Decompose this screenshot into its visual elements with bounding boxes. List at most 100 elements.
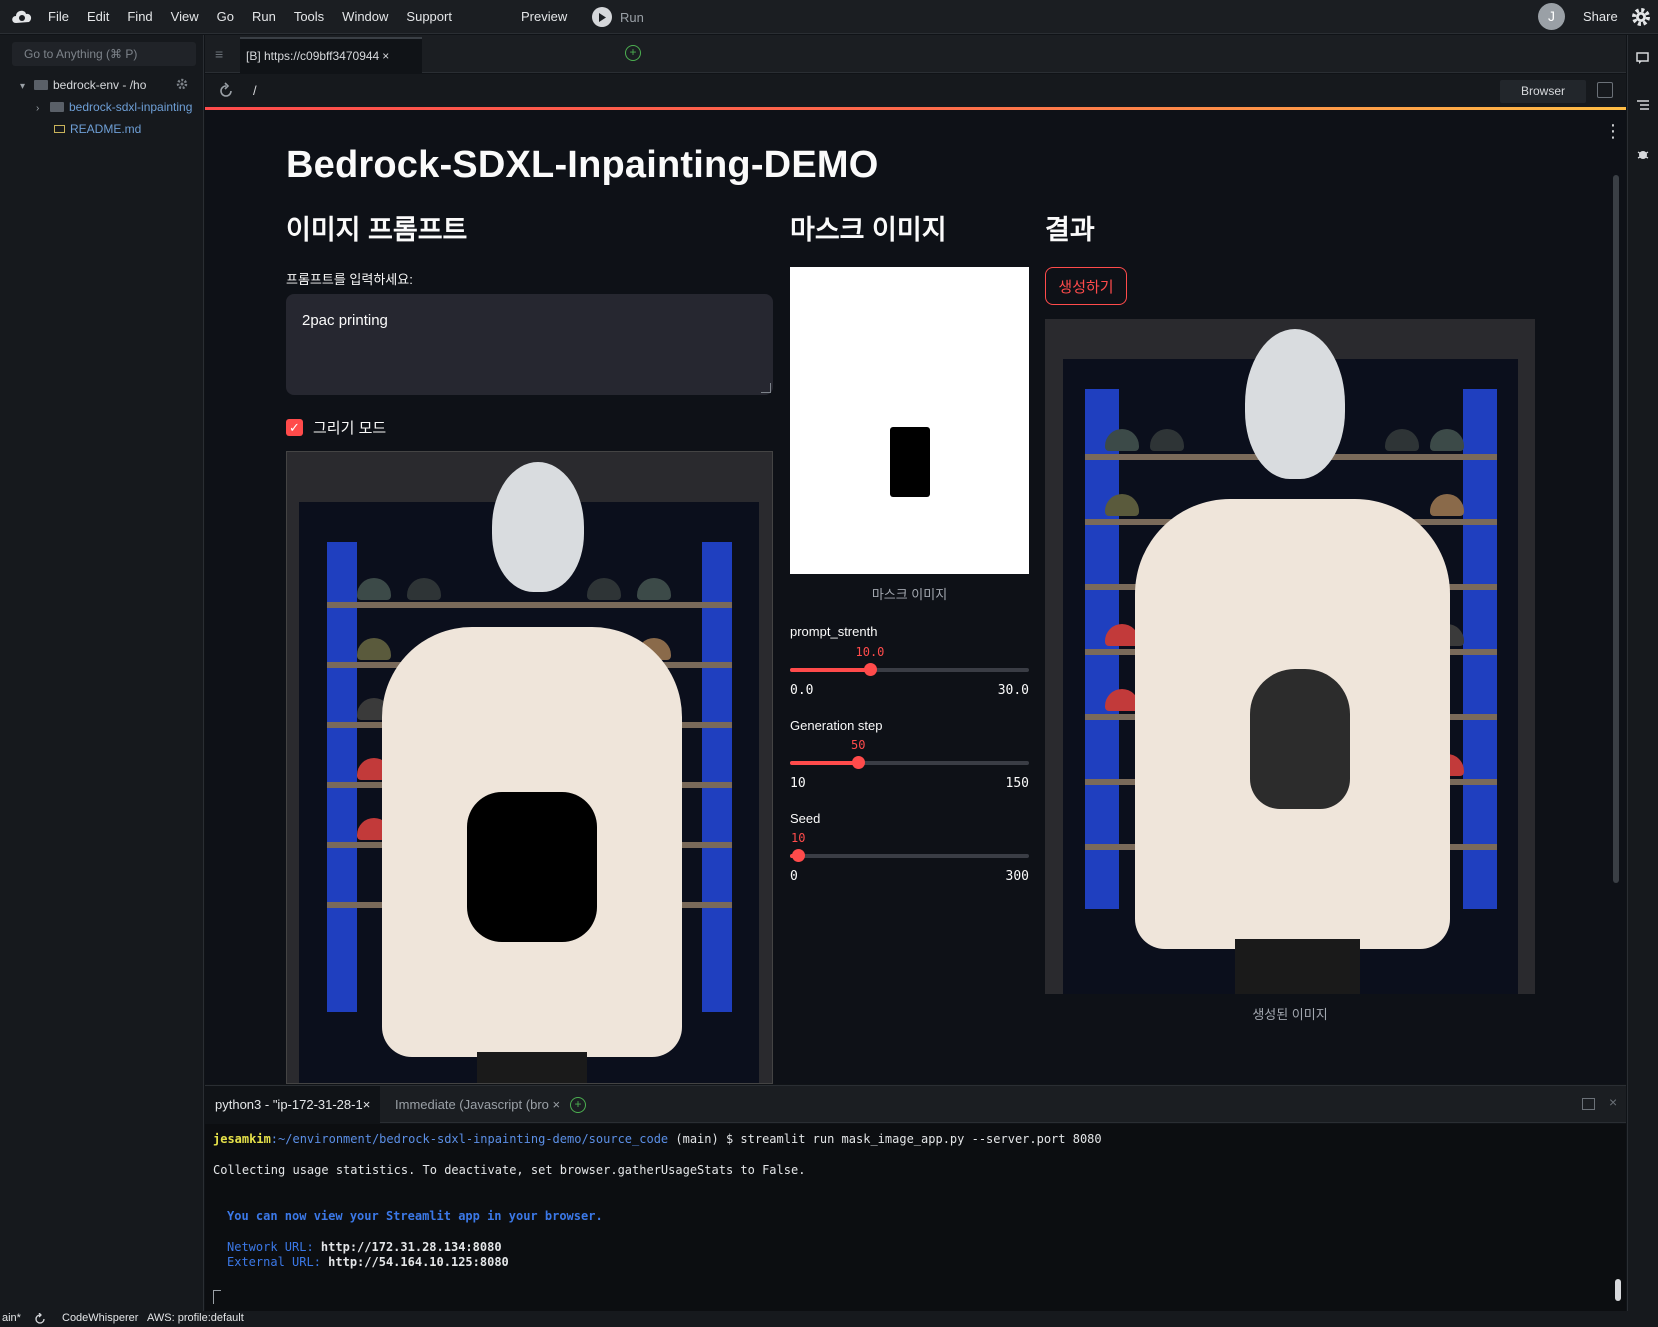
terminal-tab-label: python3 - "ip-172-31-28-1 xyxy=(215,1097,363,1112)
reload-icon[interactable] xyxy=(217,82,235,100)
app-scrollbar[interactable] xyxy=(1613,175,1619,883)
maximize-icon[interactable] xyxy=(1582,1098,1595,1110)
tree-folder-bedrock-sdxl[interactable]: › bedrock-sdxl-inpainting xyxy=(36,97,196,117)
chevron-right-icon: › xyxy=(36,103,40,114)
terminal-line-stats: Collecting usage statistics. To deactiva… xyxy=(213,1163,806,1177)
external-url: http://54.164.10.125:8080 xyxy=(328,1255,509,1269)
menu-view[interactable]: View xyxy=(171,0,199,34)
add-terminal-icon[interactable]: + xyxy=(570,1097,586,1113)
seed-label: Seed xyxy=(790,811,821,826)
codewhisperer-status[interactable]: CodeWhisperer xyxy=(62,1312,138,1324)
slider-thumb[interactable] xyxy=(792,849,805,862)
editor-tab-bar: ≡ [B] https://c09bff3470944 × + xyxy=(205,35,1626,73)
checkmark-icon: ✓ xyxy=(286,419,303,436)
prompt-strength-value: 10.0 xyxy=(855,645,885,659)
preview-button[interactable]: Preview xyxy=(521,0,567,34)
terminal-line-command: jesamkim:~/environment/bedrock-sdxl-inpa… xyxy=(213,1132,1102,1146)
close-icon[interactable]: × xyxy=(549,1097,561,1112)
menu-support[interactable]: Support xyxy=(406,0,452,34)
status-bar: ain* CodeWhisperer AWS: profile:default xyxy=(0,1311,1658,1327)
seed-value: 10 xyxy=(791,831,806,845)
result-image-caption: 생성된 이미지 xyxy=(1252,1007,1328,1022)
slider-max: 300 xyxy=(1005,869,1029,884)
network-url-label: Network URL: xyxy=(227,1240,321,1254)
draw-mode-label: 그리기 모드 xyxy=(313,420,387,437)
aws-profile-status[interactable]: AWS: profile:default xyxy=(147,1312,244,1324)
menu-tools[interactable]: Tools xyxy=(294,0,324,34)
go-to-anything-input[interactable]: Go to Anything (⌘ P) xyxy=(12,42,196,66)
add-tab-icon[interactable]: + xyxy=(625,45,641,61)
menu-find[interactable]: Find xyxy=(127,0,152,34)
page-title: Bedrock-SDXL-Inpainting-DEMO xyxy=(286,144,879,186)
drawing-canvas[interactable] xyxy=(286,451,773,1084)
drawn-mask-stroke xyxy=(467,792,597,942)
slider-thumb[interactable] xyxy=(864,663,877,676)
pop-out-icon[interactable] xyxy=(1597,82,1613,98)
terminal-scrollbar[interactable] xyxy=(1615,1279,1621,1301)
generate-button[interactable]: 생성하기 xyxy=(1045,267,1127,305)
sync-icon[interactable] xyxy=(34,1313,46,1325)
prompt-strength-slider[interactable] xyxy=(790,663,1029,676)
seed-slider[interactable] xyxy=(790,849,1029,862)
tree-folder-label: bedrock-sdxl-inpainting xyxy=(69,100,193,114)
menu-file[interactable]: File xyxy=(48,0,69,34)
user-avatar[interactable]: J xyxy=(1538,3,1565,30)
external-url-label: External URL: xyxy=(227,1255,329,1269)
kebab-menu-icon[interactable]: ⋮ xyxy=(1604,122,1622,140)
outline-icon[interactable] xyxy=(1636,99,1650,113)
menu-edit[interactable]: Edit xyxy=(87,0,109,34)
browser-dropdown[interactable]: Browser xyxy=(1500,80,1586,103)
debugger-icon[interactable] xyxy=(1636,147,1650,161)
file-tree-sidebar: Go to Anything (⌘ P) ▾ bedrock-env - /ho … xyxy=(0,35,204,1311)
git-branch[interactable]: ain* xyxy=(2,1312,21,1324)
close-panel-icon[interactable]: × xyxy=(1609,1094,1617,1110)
image-prompt-header: 이미지 프롬프트 xyxy=(286,215,468,245)
tab-immediate-js[interactable]: Immediate (Javascript (bro × xyxy=(385,1086,565,1123)
tree-root-label: bedrock-env - /ho xyxy=(53,78,147,92)
mask-image-header: 마스크 이미지 xyxy=(790,215,947,245)
prompt-strength-range: 0.0 30.0 xyxy=(790,683,1029,698)
chat-icon[interactable] xyxy=(1636,51,1650,65)
terminal-tab-bar: python3 - "ip-172-31-28-1× Immediate (Ja… xyxy=(205,1085,1626,1123)
generated-image xyxy=(1045,319,1535,994)
prompt-textarea[interactable]: 2pac printing xyxy=(286,294,773,395)
run-button[interactable]: Run xyxy=(592,7,644,27)
tab-browser-preview[interactable]: [B] https://c09bff3470944 × xyxy=(240,37,422,73)
tree-root-folder[interactable]: ▾ bedrock-env - /ho xyxy=(20,75,150,95)
slider-thumb[interactable] xyxy=(852,756,865,769)
folder-icon xyxy=(50,102,64,112)
tab-title: [B] https://c09bff3470944 xyxy=(246,49,380,63)
tab-terminal-python3[interactable]: python3 - "ip-172-31-28-1× xyxy=(205,1086,380,1123)
close-icon[interactable]: × xyxy=(363,1097,371,1112)
url-path-input[interactable]: / xyxy=(253,74,257,108)
markdown-file-icon xyxy=(54,125,65,133)
network-url: http://172.31.28.134:8080 xyxy=(320,1240,502,1254)
menu-run[interactable]: Run xyxy=(252,0,276,34)
slider-min: 0.0 xyxy=(790,683,814,698)
tree-file-readme[interactable]: README.md xyxy=(54,119,194,139)
menu-go[interactable]: Go xyxy=(217,0,234,34)
cloud9-logo-icon[interactable] xyxy=(10,6,34,28)
menu-window[interactable]: Window xyxy=(342,0,388,34)
prompt-label: 프롬프트를 입력하세요: xyxy=(286,272,413,287)
draw-mode-checkbox[interactable]: ✓ 그리기 모드 xyxy=(286,417,386,438)
share-button[interactable]: Share xyxy=(1583,0,1618,34)
terminal-line-external-url: External URL: http://54.164.10.125:8080 xyxy=(227,1255,509,1269)
slider-min: 0 xyxy=(790,869,798,884)
prompt-command: (main) $ streamlit run mask_image_app.py… xyxy=(668,1132,1102,1146)
mask-image-caption: 마스크 이미지 xyxy=(871,587,948,602)
prompt-path: :~/environment/bedrock-sdxl-inpainting-d… xyxy=(270,1132,669,1146)
printed-portrait xyxy=(1250,669,1350,809)
slider-fill xyxy=(790,761,858,765)
close-icon[interactable]: × xyxy=(382,49,389,63)
slider-fill xyxy=(790,668,870,672)
resize-handle-icon[interactable] xyxy=(761,383,771,393)
prompt-user: jesamkim xyxy=(213,1132,271,1146)
generation-step-slider[interactable] xyxy=(790,756,1029,769)
preview-url-bar: / Browser xyxy=(205,74,1626,108)
tree-settings-gear-icon[interactable] xyxy=(176,77,190,91)
gear-icon[interactable] xyxy=(1630,6,1652,28)
prompt-strength-label: prompt_strenth xyxy=(790,624,878,639)
terminal-output[interactable]: jesamkim:~/environment/bedrock-sdxl-inpa… xyxy=(205,1124,1626,1311)
tab-menu-icon[interactable]: ≡ xyxy=(215,46,223,62)
